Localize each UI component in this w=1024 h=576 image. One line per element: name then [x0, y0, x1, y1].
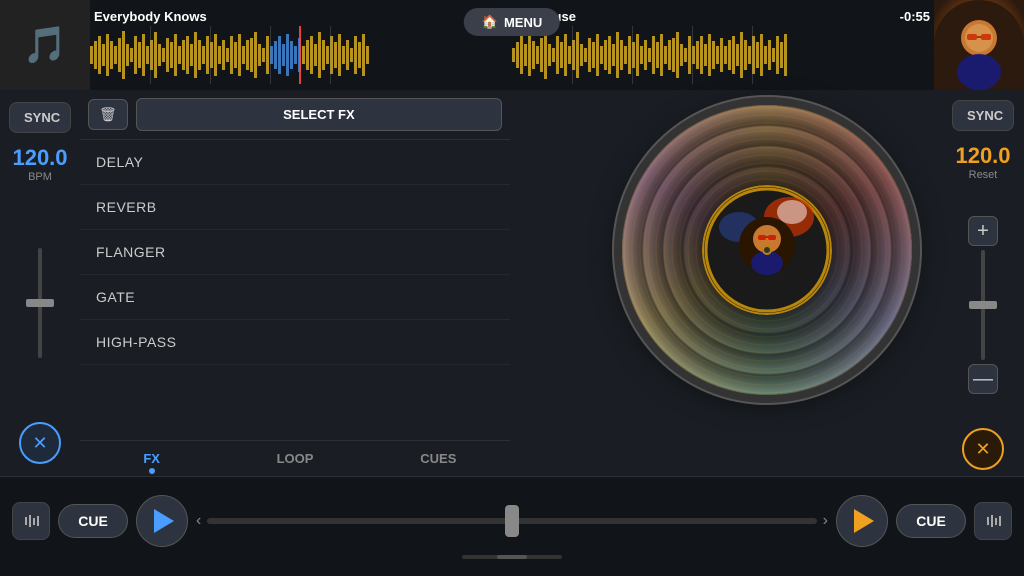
- main-area: SYNC 120.0 BPM ✕ 🗑 SELECT FX: [0, 90, 1024, 476]
- sync-button-left[interactable]: SYNC: [9, 102, 71, 133]
- x-icon-left: ✕: [32, 433, 47, 454]
- pitch-minus-button[interactable]: —: [968, 364, 998, 394]
- left-bpm-unit: BPM: [28, 171, 52, 183]
- fx-list: DELAY REVERB FLANGER GATE HIGH-PASS: [80, 140, 510, 440]
- vinyl-art-svg: [704, 187, 830, 313]
- tabs-row: FX LOOP CUES: [80, 440, 510, 476]
- track-art-left: 🎵: [0, 0, 90, 90]
- crossfader-handle[interactable]: [505, 505, 519, 537]
- right-bpm-reset[interactable]: Reset: [969, 169, 998, 181]
- tab-loop[interactable]: LOOP: [223, 441, 366, 476]
- waveform-left-svg: [90, 26, 512, 84]
- crossfader-arrow-right[interactable]: ›: [823, 512, 828, 530]
- left-pitch-fader: [38, 191, 42, 414]
- left-panel: SYNC 120.0 BPM ✕ 🗑 SELECT FX: [0, 90, 510, 476]
- eq-button-left[interactable]: [12, 502, 50, 540]
- x-button-right[interactable]: ✕: [962, 428, 1004, 470]
- left-fader-handle[interactable]: [26, 299, 54, 307]
- play-button-right[interactable]: [836, 495, 888, 547]
- left-track-title: Everybody Knows: [94, 9, 207, 24]
- fx-item-delay[interactable]: DELAY: [80, 140, 510, 185]
- cue-button-left[interactable]: CUE: [58, 504, 128, 538]
- vinyl-container[interactable]: [617, 100, 917, 400]
- fx-panel: 🗑 SELECT FX DELAY REVERB FLANGER GATE HI…: [80, 90, 510, 476]
- fx-item-highpass[interactable]: HIGH-PASS: [80, 320, 510, 365]
- bottom-controls: CUE ‹ › CUE: [12, 495, 1012, 547]
- pitch-plus-button[interactable]: +: [968, 216, 998, 246]
- left-fader-track[interactable]: [38, 248, 42, 358]
- eq-button-right[interactable]: [974, 502, 1012, 540]
- left-bpm-display: 120.0 BPM: [12, 145, 67, 183]
- vinyl-outer[interactable]: [622, 105, 912, 395]
- left-bpm-value: 120.0: [12, 145, 67, 171]
- right-bpm-value: 120.0: [955, 143, 1010, 169]
- right-title-row: DJ House -0:55: [512, 7, 934, 26]
- menu-label: MENU: [504, 15, 542, 30]
- tab-fx[interactable]: FX: [80, 441, 223, 476]
- right-track-section: DJ House -0:55: [512, 7, 934, 84]
- fx-item-gate[interactable]: GATE: [80, 275, 510, 320]
- dj-avatar-svg: [934, 0, 1024, 90]
- track-art-right: [934, 0, 1024, 90]
- waveform-left: [90, 26, 512, 84]
- right-fader-handle[interactable]: [969, 301, 997, 309]
- fx-toolbar: 🗑 SELECT FX: [80, 90, 510, 140]
- cue-button-right[interactable]: CUE: [896, 504, 966, 538]
- eq-icon-left: [23, 513, 39, 529]
- crossfader-track[interactable]: [207, 518, 816, 524]
- select-fx-button[interactable]: SELECT FX: [136, 98, 502, 131]
- eq-icon-right: [985, 513, 1001, 529]
- crossfader-area: ‹ ›: [196, 512, 828, 530]
- crossfader-arrow-left[interactable]: ‹: [196, 512, 201, 530]
- right-bpm-display: 120.0 Reset: [955, 143, 1010, 181]
- crossfader-scroll-thumb: [497, 555, 527, 559]
- right-track-time: -0:55: [900, 9, 930, 24]
- play-button-left[interactable]: [136, 495, 188, 547]
- x-icon-right: ✕: [975, 439, 990, 460]
- left-controls: SYNC 120.0 BPM ✕: [0, 90, 80, 476]
- play-icon-left: [154, 509, 174, 533]
- menu-button[interactable]: 🏠 MENU: [464, 8, 560, 36]
- x-button-left[interactable]: ✕: [19, 422, 61, 464]
- delete-fx-button[interactable]: 🗑: [88, 99, 128, 130]
- right-fader-track[interactable]: [981, 250, 985, 360]
- bottom-bar: CUE ‹ › CUE: [0, 476, 1024, 576]
- tab-cues[interactable]: CUES: [367, 441, 510, 476]
- sync-button-right[interactable]: SYNC: [952, 100, 1014, 131]
- delete-icon: 🗑: [99, 106, 117, 122]
- header: 🎵 Everybody Knows -0:25: [0, 0, 1024, 90]
- vinyl-label-inner: [702, 185, 832, 315]
- right-panel: SYNC 120.0 Reset + — ✕: [510, 90, 1024, 476]
- crossfader-row: ‹ ›: [196, 512, 828, 530]
- music-note-left-icon: 🎵: [23, 24, 68, 66]
- waveform-right: [512, 26, 934, 84]
- fx-item-reverb[interactable]: REVERB: [80, 185, 510, 230]
- waveform-right-svg: [512, 26, 934, 84]
- right-controls: SYNC 120.0 Reset + — ✕: [952, 100, 1014, 470]
- play-icon-right: [854, 509, 874, 533]
- left-title-row: Everybody Knows -0:25: [90, 7, 512, 26]
- dj-image: [934, 0, 1024, 90]
- fx-item-flanger[interactable]: FLANGER: [80, 230, 510, 275]
- right-pitch-fader: + —: [968, 189, 998, 420]
- vinyl-label: [702, 185, 832, 315]
- crossfader-scroll: [462, 555, 562, 559]
- home-icon: 🏠: [482, 14, 498, 30]
- left-track-section: Everybody Knows -0:25: [90, 7, 512, 84]
